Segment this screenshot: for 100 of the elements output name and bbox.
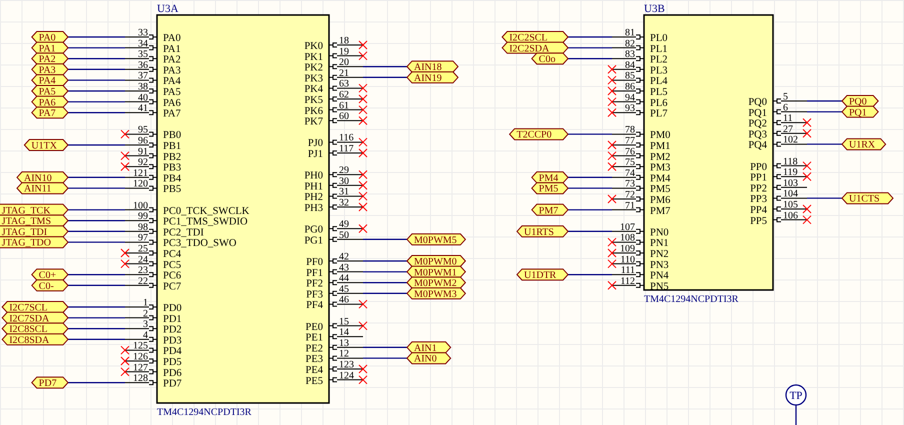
net-label: JTAG_TMS bbox=[0, 214, 69, 228]
pin-name: PE1 bbox=[305, 332, 323, 344]
no-connect-icon bbox=[608, 97, 616, 106]
pin-name: PK4 bbox=[304, 84, 323, 96]
no-connect-icon bbox=[802, 215, 812, 224]
pin-name: PN0 bbox=[650, 227, 669, 238]
no-connect-icon bbox=[358, 364, 368, 374]
pin-name: PD7 bbox=[163, 378, 182, 390]
net-label: AIN18 bbox=[406, 60, 459, 74]
pin-name: PA2 bbox=[163, 54, 181, 66]
pin-number: 19 bbox=[339, 46, 349, 58]
pin-name: PM1 bbox=[650, 141, 670, 152]
pin-name: PJ0 bbox=[308, 138, 323, 150]
wire bbox=[807, 100, 842, 102]
pin-name: PL7 bbox=[650, 108, 668, 120]
pin-number: 74 bbox=[625, 168, 635, 179]
no-connect-icon bbox=[120, 130, 130, 139]
no-connect-icon bbox=[120, 259, 130, 268]
no-connect-icon bbox=[608, 76, 616, 85]
pin-number: 118 bbox=[783, 156, 798, 168]
net-label: PA3 bbox=[31, 63, 69, 76]
pin-name: PK2 bbox=[304, 62, 323, 74]
net-label: PQ0 bbox=[841, 95, 879, 108]
no-connect-icon bbox=[358, 148, 368, 158]
pin-number: 103 bbox=[783, 178, 798, 189]
no-connect-icon bbox=[608, 151, 616, 160]
pin-number: 112 bbox=[620, 276, 635, 287]
pin-name: PC7 bbox=[163, 281, 182, 292]
net-label: M0PWM1 bbox=[406, 266, 466, 278]
net-label: U1CTS bbox=[841, 192, 894, 205]
pin-name: PM4 bbox=[650, 173, 670, 184]
pin-number: 22 bbox=[138, 276, 148, 287]
wire bbox=[68, 188, 125, 189]
wire bbox=[363, 292, 407, 294]
net-label: AIN0 bbox=[406, 352, 452, 365]
pin-name: PA7 bbox=[163, 108, 181, 120]
net-label: I2C7SDA bbox=[2, 312, 69, 324]
pin-name: PC1_TMS_SWDIO bbox=[163, 216, 248, 228]
pin-name: PF1 bbox=[306, 268, 323, 279]
no-connect-icon bbox=[608, 86, 616, 96]
pin-name: PK5 bbox=[304, 95, 323, 106]
pin-name: PC2_TDI bbox=[163, 227, 204, 238]
pin-number: 29 bbox=[339, 165, 349, 176]
wire bbox=[807, 144, 842, 145]
pin-number: 73 bbox=[625, 178, 635, 190]
net-label: JTAG_TDI bbox=[0, 225, 69, 238]
no-connect-icon bbox=[120, 248, 130, 258]
pin-number: 106 bbox=[783, 210, 798, 222]
pin-number: 125 bbox=[133, 340, 148, 352]
pin-number: 108 bbox=[620, 232, 635, 244]
no-connect-icon bbox=[802, 161, 812, 170]
net-label: PM4 bbox=[531, 171, 569, 184]
pin-name: PH0 bbox=[304, 170, 323, 182]
no-connect-icon bbox=[358, 40, 368, 50]
pin-name: PB1 bbox=[163, 141, 182, 152]
no-connect-icon bbox=[608, 194, 616, 204]
net-label: PD7 bbox=[31, 376, 69, 390]
pin-number: 46 bbox=[339, 294, 349, 306]
pin-name: PG1 bbox=[304, 235, 323, 246]
wire bbox=[68, 101, 125, 102]
component-designator: U3B bbox=[644, 3, 665, 15]
wire bbox=[363, 282, 407, 284]
pin-number: 84 bbox=[625, 60, 635, 71]
wire bbox=[68, 230, 125, 232]
pin-name: PP3 bbox=[750, 194, 767, 206]
no-connect-icon bbox=[358, 116, 368, 126]
net-label: M0PWM2 bbox=[406, 276, 466, 290]
pin-name: PL3 bbox=[650, 65, 668, 76]
wire bbox=[568, 134, 612, 135]
pin-number: 123 bbox=[339, 360, 354, 370]
pin-name: PE0 bbox=[305, 322, 323, 333]
pin-number: 6 bbox=[783, 102, 788, 114]
pin-number: 82 bbox=[625, 38, 635, 50]
no-connect-icon bbox=[120, 151, 130, 160]
pin-name: PK6 bbox=[304, 106, 323, 117]
pin-number: 18 bbox=[339, 36, 349, 46]
pin-name: PN1 bbox=[650, 238, 669, 250]
pin-number: 33 bbox=[138, 28, 148, 38]
pin-number: 85 bbox=[625, 70, 635, 82]
net-label: M0PWM0 bbox=[406, 255, 466, 268]
pin-number: 41 bbox=[138, 103, 148, 114]
pin-number: 104 bbox=[783, 188, 798, 200]
pin-number: 127 bbox=[133, 362, 148, 374]
pin-number: 78 bbox=[625, 124, 635, 136]
net-label: I2C7SCL bbox=[2, 301, 69, 314]
pin-name: PH2 bbox=[304, 192, 323, 204]
wire bbox=[68, 80, 125, 81]
pin-number: 24 bbox=[138, 254, 148, 266]
no-connect-icon bbox=[608, 64, 616, 74]
pin-number: 4 bbox=[143, 330, 148, 341]
pin-number: 38 bbox=[138, 82, 148, 92]
wire bbox=[68, 209, 125, 210]
pin-name: PL5 bbox=[650, 87, 668, 98]
wire bbox=[568, 58, 612, 60]
pin-name: PC6 bbox=[163, 270, 182, 282]
pin-number: 105 bbox=[783, 200, 798, 210]
pin-name: PD0 bbox=[163, 303, 182, 314]
wire bbox=[68, 317, 125, 318]
pin-number: 20 bbox=[339, 57, 349, 68]
pin-name: PC0_TCK_SWCLK bbox=[163, 206, 250, 217]
